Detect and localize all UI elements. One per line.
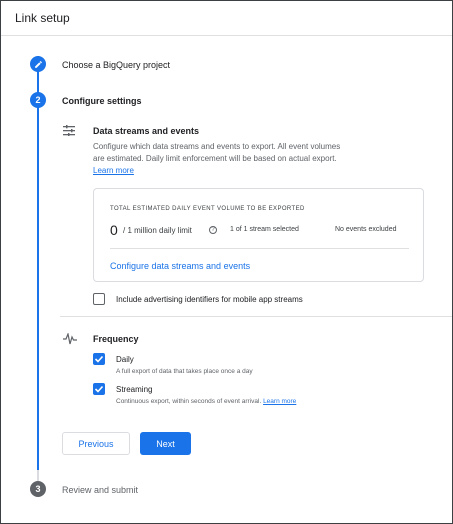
next-button[interactable]: Next — [140, 432, 191, 455]
previous-button[interactable]: Previous — [62, 432, 130, 455]
daily-checkbox[interactable] — [93, 353, 105, 365]
card-divider — [110, 248, 409, 249]
step-2-circle: 2 — [30, 92, 46, 108]
streaming-label[interactable]: Streaming — [116, 385, 152, 394]
streaming-description: Continuous export, within seconds of eve… — [116, 398, 296, 405]
configure-streams-link[interactable]: Configure data streams and events — [110, 261, 250, 271]
card-title: TOTAL ESTIMATED DAILY EVENT VOLUME TO BE… — [110, 206, 305, 212]
step-2-label: Configure settings — [62, 96, 142, 106]
description-line-1: Configure which data streams and events … — [93, 142, 341, 151]
step-3-number: 3 — [35, 484, 41, 494]
tune-icon — [63, 125, 75, 136]
event-volume-card: TOTAL ESTIMATED DAILY EVENT VOLUME TO BE… — [93, 188, 424, 282]
step-3-label[interactable]: Review and submit — [62, 485, 138, 495]
streaming-checkbox[interactable] — [93, 383, 105, 395]
daily-label[interactable]: Daily — [116, 355, 134, 364]
stepper-rail-active — [37, 56, 39, 470]
step-1-circle[interactable] — [30, 56, 46, 72]
dialog-header: Link setup — [1, 1, 452, 36]
help-icon[interactable]: ? — [209, 226, 217, 234]
daily-description: A full export of data that takes place o… — [116, 368, 253, 375]
streaming-description-text: Continuous export, within seconds of eve… — [116, 398, 262, 405]
event-volume-value: 0 — [110, 222, 118, 238]
advertising-ids-checkbox[interactable] — [93, 293, 105, 305]
description-line-2: are estimated. Daily limit enforcement w… — [93, 154, 337, 163]
check-icon — [94, 355, 104, 363]
streams-selected: 1 of 1 stream selected — [230, 226, 299, 233]
frequency-pulse-icon — [63, 333, 77, 345]
daily-limit-text: / 1 million daily limit — [123, 226, 192, 235]
data-streams-title: Data streams and events — [93, 126, 200, 136]
check-icon — [94, 385, 104, 393]
pencil-icon — [34, 60, 42, 68]
events-excluded: No events excluded — [335, 226, 397, 233]
step-2-number: 2 — [35, 95, 41, 105]
advertising-ids-label[interactable]: Include advertising identifiers for mobi… — [116, 295, 303, 304]
learn-more-link[interactable]: Learn more — [93, 166, 134, 175]
data-streams-description: Configure which data streams and events … — [93, 141, 340, 177]
streaming-learn-more-link[interactable]: Learn more — [263, 398, 296, 405]
frequency-title: Frequency — [93, 334, 139, 344]
page-title: Link setup — [15, 11, 70, 25]
step-3-circle[interactable]: 3 — [30, 481, 46, 497]
step-1-label[interactable]: Choose a BigQuery project — [62, 60, 170, 70]
section-divider — [60, 316, 452, 317]
